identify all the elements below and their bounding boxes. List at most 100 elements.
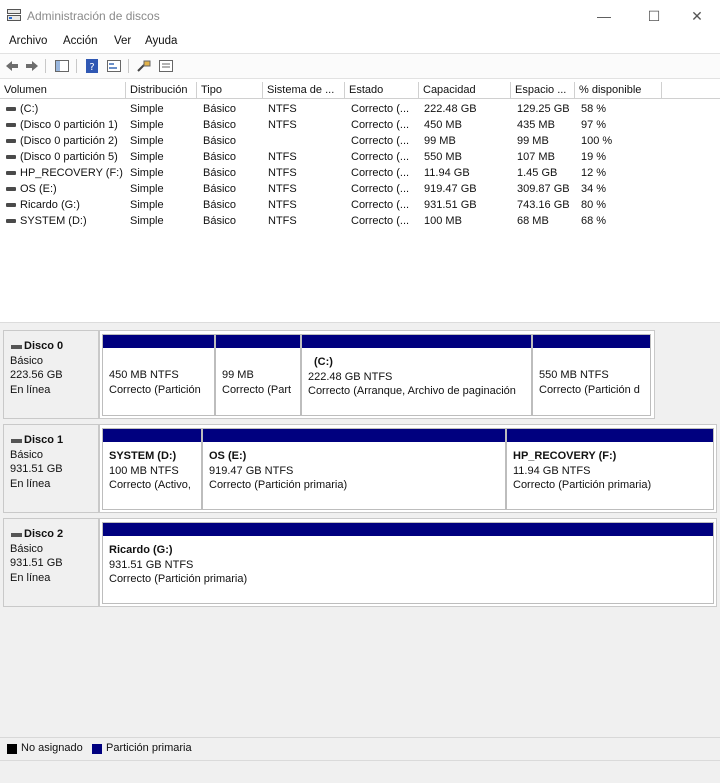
cell-volume: Ricardo (G:): [20, 199, 80, 211]
disk-0-partition-5[interactable]: 550 MB NTFS Correcto (Partición d: [532, 334, 651, 416]
disk-0-partition-c[interactable]: (C:) 222.48 GB NTFS Correcto (Arranque, …: [301, 334, 532, 416]
legend-label-primary: Partición primaria: [106, 742, 192, 754]
column-header-espacio[interactable]: Espacio ...: [511, 82, 575, 99]
cell-percent-free: 97 %: [581, 119, 607, 131]
disk-1-partition-hp-recovery[interactable]: HP_RECOVERY (F:) 11.94 GB NTFS Correcto …: [506, 428, 714, 510]
menu-archivo[interactable]: Archivo: [9, 35, 47, 47]
back-arrow-icon[interactable]: [4, 58, 20, 74]
cell-volume: (Disco 0 partición 5): [20, 151, 118, 163]
cell-capacity: 99 MB: [424, 135, 456, 147]
menu-ver[interactable]: Ver: [114, 35, 131, 47]
disk-graphical-view: Disco 0 Básico 223.56 GB En línea 450 MB…: [0, 326, 720, 737]
title-bar: Administración de discos — ☐ ✕: [0, 0, 720, 32]
cell-capacity: 11.94 GB: [424, 167, 470, 179]
cell-status: Correcto (...: [351, 151, 410, 163]
table-row[interactable]: (Disco 0 partición 1) Simple Básico NTFS Cor…: [0, 117, 720, 133]
cell-status: Correcto (...: [351, 103, 410, 115]
cell-capacity: 931.51 GB: [424, 199, 477, 211]
close-button[interactable]: ✕: [674, 0, 720, 32]
cell-layout: Simple: [130, 119, 164, 131]
partition-status: Correcto (Partición d: [539, 383, 640, 396]
status-bar: [0, 760, 720, 783]
cell-volume: SYSTEM (D:): [20, 215, 87, 227]
partition-status: Correcto (Partición primaria): [109, 573, 248, 585]
primary-partition-bar: [103, 429, 201, 442]
table-row[interactable]: OS (E:) Simple Básico NTFS Correcto (... 919.…: [0, 181, 720, 197]
cell-capacity: 550 MB: [424, 151, 462, 163]
column-header-volumen[interactable]: Volumen: [0, 82, 126, 99]
table-row[interactable]: (Disco 0 partición 2) Simple Básico Correct…: [0, 133, 720, 149]
primary-partition-bar: [103, 335, 214, 348]
cell-free-space: 68 MB: [517, 215, 549, 227]
disk-2-partition-ricardo[interactable]: Ricardo (G:) 931.51 GB NTFS Correcto (Pa…: [102, 522, 714, 604]
disk-1-partitions: SYSTEM (D:) 100 MB NTFS Correcto (Activo…: [99, 424, 717, 513]
forward-arrow-icon[interactable]: [24, 58, 40, 74]
disk-list-icon[interactable]: [158, 58, 174, 74]
console-tree-icon[interactable]: [54, 58, 70, 74]
menu-accion[interactable]: Acción: [63, 35, 98, 47]
disk-0-partitions: 450 MB NTFS Correcto (Partición 99 MB Co…: [99, 330, 655, 419]
table-row[interactable]: HP_RECOVERY (F:) Simple Básico NTFS Correcto…: [0, 165, 720, 181]
toolbar: ?: [0, 53, 720, 79]
partition-name: Ricardo (G:): [109, 544, 173, 556]
help-icon[interactable]: ?: [84, 58, 100, 74]
cell-free-space: 435 MB: [517, 119, 555, 131]
cell-capacity: 450 MB: [424, 119, 462, 131]
disk-0-name: Disco 0: [10, 339, 98, 354]
cell-type: Básico: [203, 199, 237, 211]
volume-drive-icon: [6, 219, 16, 223]
partition-size: 99 MB: [222, 369, 254, 381]
minimize-button[interactable]: —: [581, 0, 627, 32]
disk-1-type: Básico: [10, 448, 44, 461]
legend-swatch-primary: [92, 744, 102, 754]
partition-status: Correcto (Activo,: [109, 479, 191, 491]
cell-filesystem: NTFS: [268, 119, 297, 131]
legend-label-unallocated: No asignado: [21, 742, 83, 754]
cell-status: Correcto (...: [351, 135, 410, 147]
disk-2-label[interactable]: Disco 2 Básico 931.51 GB En línea: [3, 518, 99, 607]
maximize-button[interactable]: ☐: [631, 0, 677, 32]
partition-size: 450 MB NTFS: [109, 369, 179, 381]
table-row[interactable]: SYSTEM (D:) Simple Básico NTFS Correcto (...…: [0, 213, 720, 229]
table-row[interactable]: (Disco 0 partición 5) Simple Básico NTFS Cor…: [0, 149, 720, 165]
cell-layout: Simple: [130, 199, 164, 211]
cell-filesystem: NTFS: [268, 167, 297, 179]
table-row[interactable]: (C:) Simple Básico NTFS Correcto (... 222.48 …: [0, 101, 720, 117]
cell-layout: Simple: [130, 183, 164, 195]
cell-percent-free: 80 %: [581, 199, 607, 211]
partition-size: 919.47 GB NTFS: [209, 464, 294, 477]
cell-free-space: 743.16 GB: [517, 199, 570, 211]
column-header-distribucion[interactable]: Distribución: [126, 82, 197, 99]
column-header-capacidad[interactable]: Capacidad: [419, 82, 511, 99]
volume-drive-icon: [6, 187, 16, 191]
legend: No asignado Partición primaria: [0, 737, 720, 760]
disk-2-name: Disco 2: [10, 527, 98, 542]
disk-1-label[interactable]: Disco 1 Básico 931.51 GB En línea: [3, 424, 99, 513]
cell-free-space: 309.87 GB: [517, 183, 570, 195]
column-header-tipo[interactable]: Tipo: [197, 82, 263, 99]
table-row[interactable]: Ricardo (G:) Simple Básico NTFS Correcto (..…: [0, 197, 720, 213]
disk-0-size: 223.56 GB: [10, 369, 63, 381]
disk-1-partition-system[interactable]: SYSTEM (D:) 100 MB NTFS Correcto (Activo…: [102, 428, 202, 510]
partition-name: (C:): [314, 356, 333, 368]
column-header-disponible[interactable]: % disponible: [575, 82, 662, 99]
properties-icon[interactable]: [106, 58, 122, 74]
disk-0-partition-2[interactable]: 99 MB Correcto (Part: [215, 334, 301, 416]
cell-layout: Simple: [130, 103, 164, 115]
column-header-estado[interactable]: Estado: [345, 82, 419, 99]
cell-type: Básico: [203, 151, 237, 163]
disk-1-partition-os[interactable]: OS (E:) 919.47 GB NTFS Correcto (Partici…: [202, 428, 506, 510]
volume-drive-icon: [6, 171, 16, 175]
cell-status: Correcto (...: [351, 167, 410, 179]
toolbar-separator: [76, 59, 77, 73]
disk-0-partition-1[interactable]: 450 MB NTFS Correcto (Partición: [102, 334, 215, 416]
cell-layout: Simple: [130, 215, 164, 227]
partition-name: SYSTEM (D:): [109, 450, 177, 462]
cell-type: Básico: [203, 135, 237, 147]
cell-type: Básico: [203, 103, 237, 115]
check-disk-icon[interactable]: [136, 58, 152, 74]
column-header-sistema[interactable]: Sistema de ...: [263, 82, 345, 99]
primary-partition-bar: [203, 429, 505, 442]
menu-ayuda[interactable]: Ayuda: [145, 35, 177, 47]
disk-0-label[interactable]: Disco 0 Básico 223.56 GB En línea: [3, 330, 99, 419]
